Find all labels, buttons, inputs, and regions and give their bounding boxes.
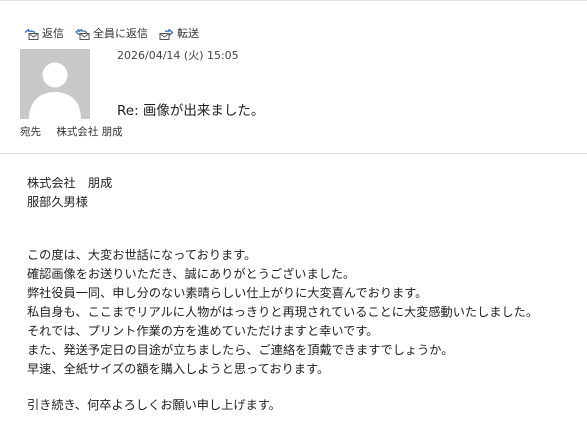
- body-line: 引き続き、何卒よろしくお願い申し上げます。: [27, 398, 281, 412]
- reply-all-label: 全員に返信: [93, 27, 148, 40]
- message-actions: 返信 全員に返信 転送: [24, 24, 210, 42]
- body-line: 確認画像をお送りいただき、誠にありがとうございました。: [27, 267, 356, 281]
- body-line: 弊社役員一同、申し分のない素晴らしい仕上がりに大変喜んでおります。: [27, 286, 428, 300]
- reply-label: 返信: [42, 27, 64, 40]
- reply-all-icon: [75, 27, 93, 40]
- body-line: 私自身も、ここまでリアルに人物がはっきりと再現されていることに大変感動いたしまし…: [27, 305, 539, 319]
- body-line: [27, 229, 587, 246]
- to-recipient[interactable]: 株式会社 朋成: [56, 126, 122, 138]
- body-line: それでは、プリント作業の方を進めていただけますと幸いです。: [27, 324, 379, 338]
- email-reading-pane: 返信 全員に返信 転送 2026/04/14 (火) 15:05 Re: 画像が…: [0, 0, 587, 422]
- body-line: また、発送予定日の目途が立ちましたら、ご連絡を頂戴できますでしょうか。: [27, 343, 454, 357]
- reply-button[interactable]: 返信: [24, 25, 64, 41]
- reply-all-button[interactable]: 全員に返信: [75, 25, 148, 41]
- body-line: 早速、全紙サイズの額を購入しようと思っております。: [27, 362, 330, 376]
- body-line: [27, 212, 587, 229]
- person-icon: [20, 49, 90, 119]
- body-line: この度は、大変お世話になっております。: [27, 248, 257, 262]
- body-line: 株式会社 朋成: [27, 176, 113, 190]
- recipients-row: 宛先 株式会社 朋成: [20, 124, 123, 139]
- header-divider: [0, 153, 587, 154]
- message-subject: Re: 画像が出来ました。: [117, 103, 265, 119]
- forward-icon: [159, 27, 177, 40]
- forward-button[interactable]: 転送: [159, 25, 199, 41]
- top-border: [0, 0, 587, 1]
- reply-icon: [24, 27, 42, 40]
- message-date: 2026/04/14 (火) 15:05: [117, 49, 239, 62]
- body-line: 服部久男様: [27, 195, 88, 209]
- to-label: 宛先: [20, 126, 41, 138]
- forward-label: 転送: [177, 27, 199, 40]
- message-body: 株式会社 朋成 服部久男様 この度は、大変お世話になっております。 確認画像をお…: [27, 174, 587, 415]
- sender-avatar: [20, 49, 90, 119]
- body-line: [27, 379, 587, 396]
